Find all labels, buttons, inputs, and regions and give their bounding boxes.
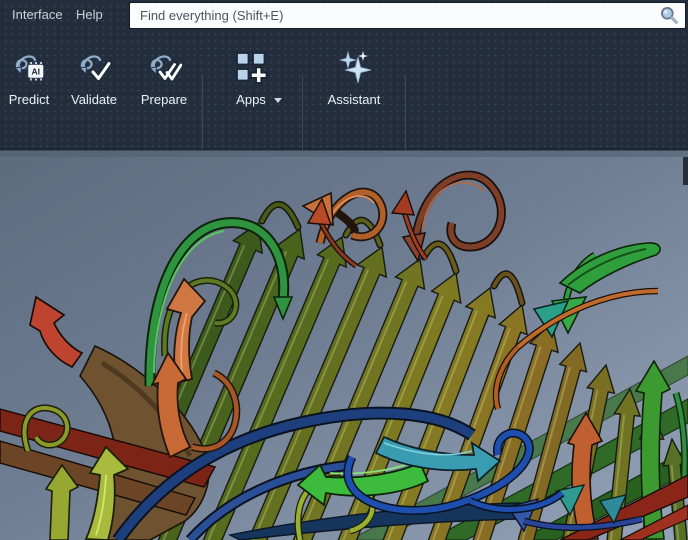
- predict-button[interactable]: AI Predict: [0, 44, 58, 136]
- search-field: [130, 3, 685, 28]
- menu-help[interactable]: Help: [66, 0, 113, 30]
- sparkles-icon: [336, 49, 372, 85]
- protein-helix-ai-chip-icon: AI: [11, 49, 47, 85]
- structure-viewport-3d[interactable]: [0, 150, 688, 539]
- prepare-button[interactable]: Prepare: [128, 44, 200, 136]
- menubar: Interface Help: [0, 0, 688, 30]
- app-grid-plus-icon: [233, 49, 269, 85]
- chevron-down-icon[interactable]: [274, 98, 282, 103]
- validate-button[interactable]: Validate: [60, 44, 128, 136]
- protein-ribbon-diagram: [0, 151, 688, 540]
- menu-interface[interactable]: Interface: [2, 0, 73, 30]
- protein-helix-check-icon: [76, 49, 112, 85]
- predict-label: Predict: [9, 92, 49, 107]
- svg-text:AI: AI: [32, 67, 41, 77]
- protein-helix-double-check-icon: [146, 49, 182, 85]
- search-input[interactable]: [130, 3, 685, 28]
- magnifier-icon[interactable]: [659, 5, 679, 25]
- apps-label-row: Apps: [236, 92, 266, 107]
- top-chrome: Interface Help: [0, 0, 688, 150]
- assistant-label: Assistant: [328, 92, 381, 107]
- validate-label: Validate: [71, 92, 117, 107]
- ribbon-toolbar: AI Predict Validate: [0, 30, 688, 150]
- apps-button[interactable]: Apps: [210, 44, 292, 136]
- prepare-label: Prepare: [141, 92, 187, 107]
- assistant-button[interactable]: Assistant: [306, 44, 402, 136]
- apps-label: Apps: [236, 92, 266, 107]
